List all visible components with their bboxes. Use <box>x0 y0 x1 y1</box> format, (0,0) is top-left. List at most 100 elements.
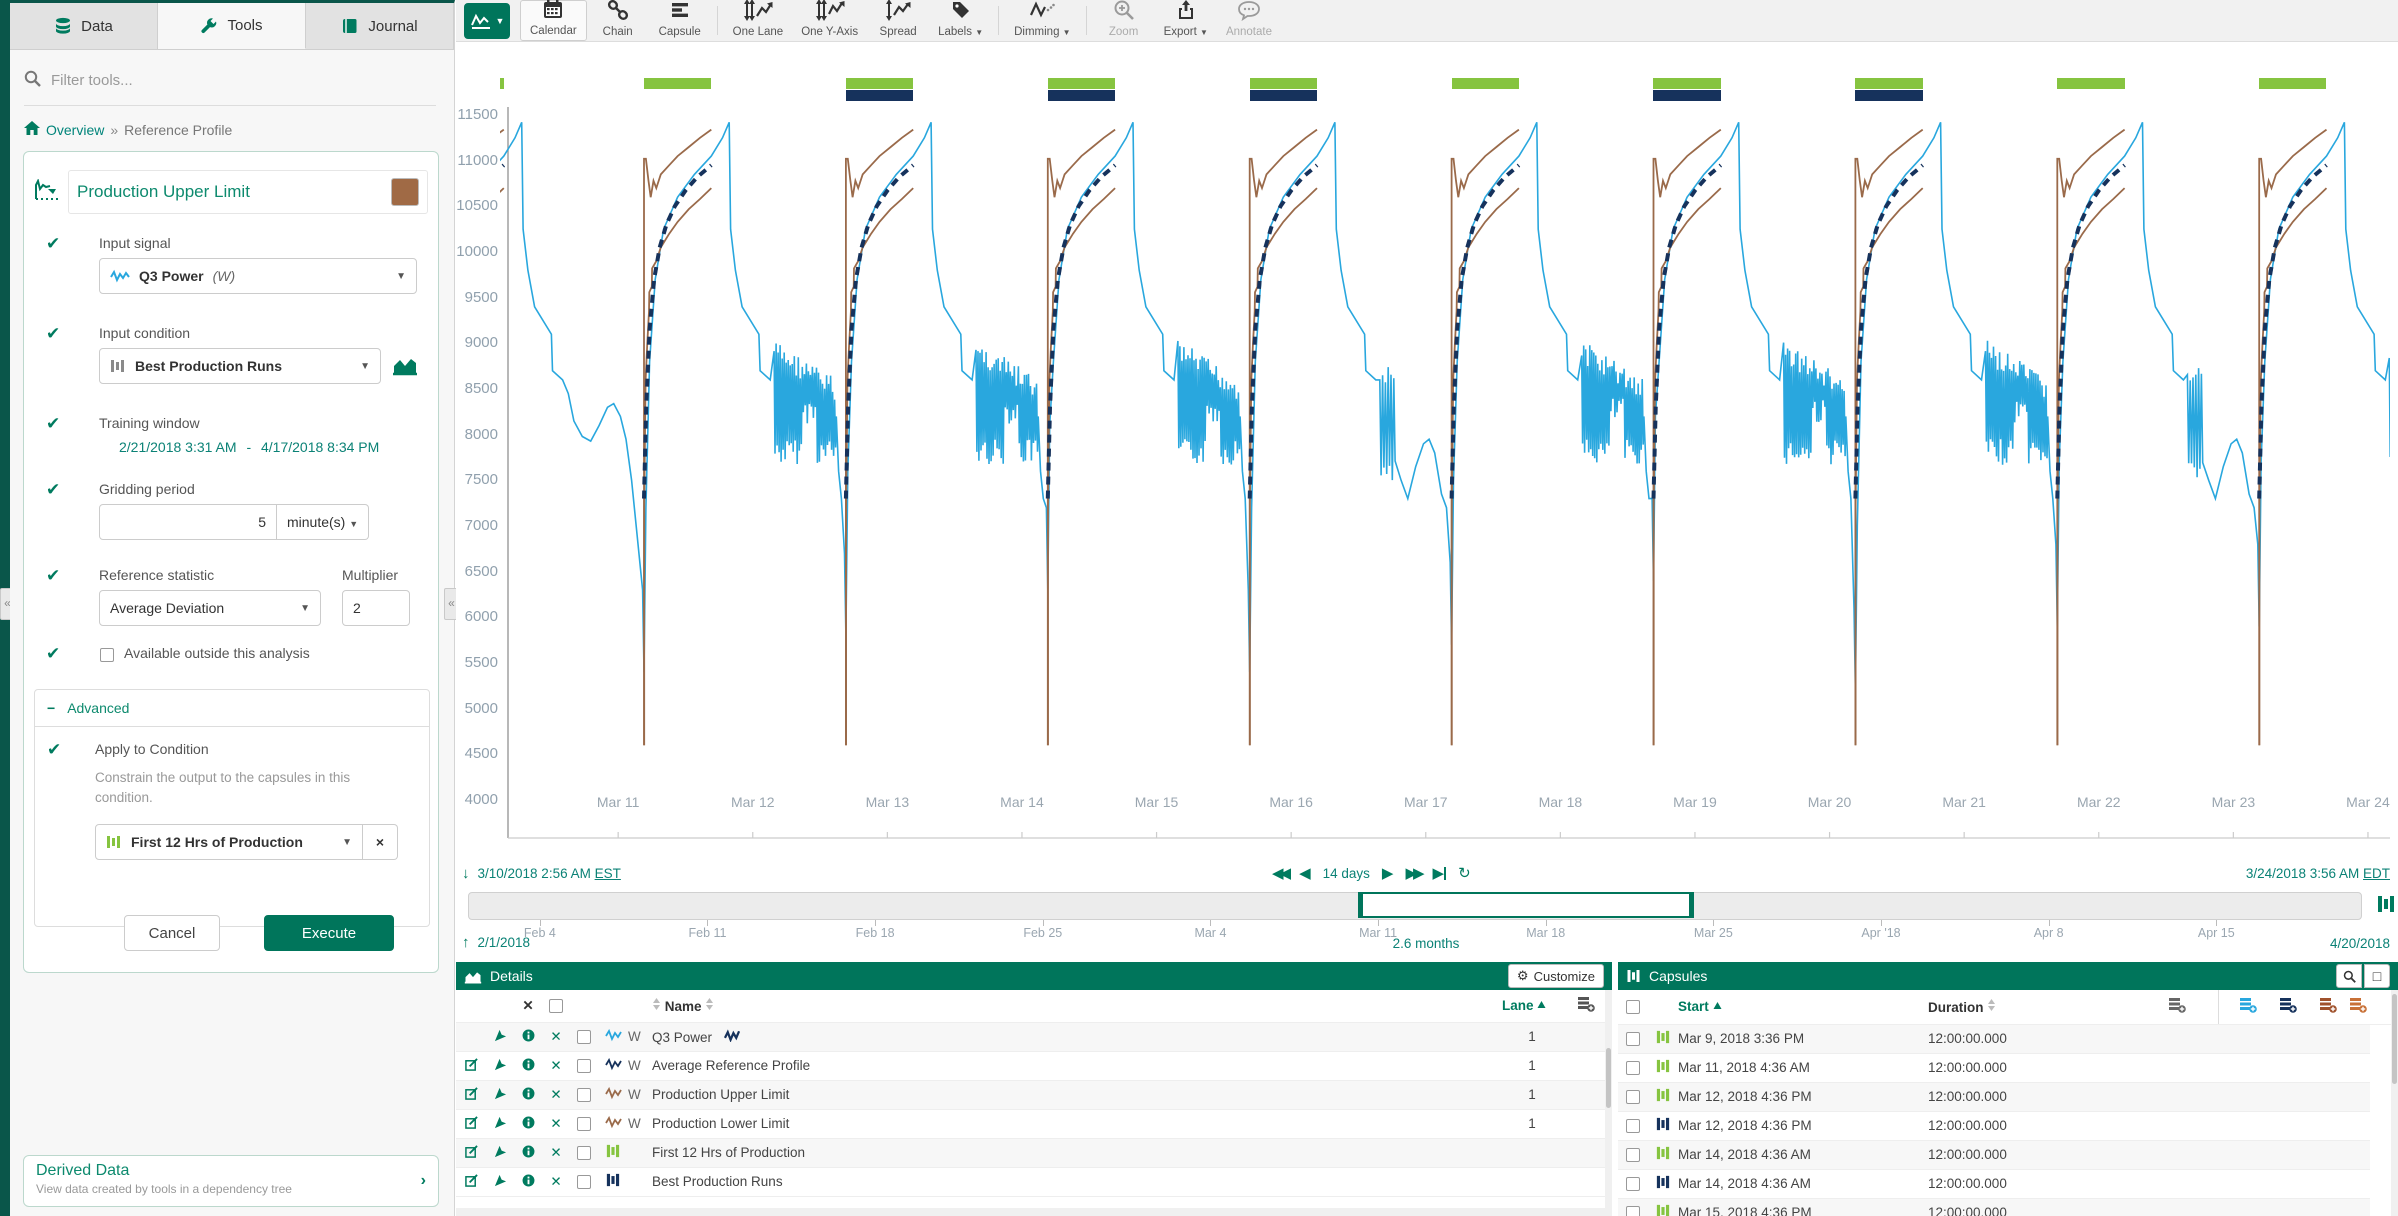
send-icon[interactable] <box>494 1145 507 1161</box>
timeline-right-handle[interactable] <box>1689 893 1694 917</box>
training-start-date[interactable]: 2/21/2018 3:31 AM <box>119 439 237 455</box>
breadcrumb-overview-link[interactable]: Overview <box>46 122 104 138</box>
tab-tools[interactable]: Tools <box>158 3 306 49</box>
edit-icon[interactable] <box>465 1116 478 1132</box>
toolbar-labels-button[interactable]: Labels ▼ <box>929 0 992 41</box>
capsule-checkbox[interactable] <box>1626 1061 1640 1075</box>
capsule-row[interactable]: Mar 12, 2018 4:36 PM12:00:00.000 <box>1618 1111 2391 1140</box>
toolbar-export-button[interactable]: Export ▼ <box>1155 0 1217 41</box>
range-start-tz[interactable]: EST <box>595 866 621 881</box>
edit-icon[interactable] <box>465 1145 478 1161</box>
capsule-checkbox[interactable] <box>1626 1148 1640 1162</box>
toolbar-calendar-button[interactable]: Calendar <box>520 0 587 41</box>
remove-icon[interactable]: ✕ <box>550 1116 561 1132</box>
details-row[interactable]: ✕WProduction Lower Limit1 <box>456 1109 1605 1138</box>
info-icon[interactable] <box>522 1087 535 1103</box>
edit-icon[interactable] <box>465 1058 478 1074</box>
home-icon[interactable] <box>24 121 40 139</box>
add-details-column-icon[interactable] <box>1562 990 1605 1022</box>
capsule-bar-first-12-hrs[interactable] <box>1452 78 1519 89</box>
details-row[interactable]: ✕Best Production Runs <box>456 1167 1605 1196</box>
send-icon[interactable] <box>494 1174 507 1190</box>
gridding-period-input[interactable]: 5 <box>99 504 277 540</box>
remove-icon[interactable]: ✕ <box>550 1029 561 1045</box>
add-signal-stat-column-icon[interactable] <box>2348 990 2370 1024</box>
capsule-bar-first-12-hrs[interactable] <box>2057 78 2124 89</box>
send-icon[interactable] <box>494 1058 507 1074</box>
add-signal-stat-column-icon[interactable] <box>2268 990 2308 1024</box>
capsule-bar-first-12-hrs[interactable] <box>1048 78 1115 89</box>
toolbar-spread-button[interactable]: Spread <box>867 0 929 41</box>
details-hscrollbar[interactable] <box>456 1208 1612 1216</box>
step-back-half-icon[interactable]: ◀ <box>1299 864 1311 882</box>
step-forward-half-icon[interactable]: ▶ <box>1382 864 1394 882</box>
details-scrollbar[interactable] <box>1605 990 1612 1208</box>
filter-tools-search[interactable]: Filter tools... <box>24 63 434 97</box>
tab-journal[interactable]: Journal <box>306 3 454 49</box>
info-icon[interactable] <box>522 1145 535 1161</box>
range-end-datetime[interactable]: 3/24/2018 3:56 AM EDT <box>2246 866 2390 881</box>
row-checkbox[interactable] <box>577 1175 591 1189</box>
derived-data-card[interactable]: Derived Data View data created by tools … <box>23 1155 439 1207</box>
capsule-bar-first-12-hrs[interactable] <box>1653 78 1720 89</box>
edit-icon[interactable] <box>465 1087 478 1103</box>
capsule-checkbox[interactable] <box>1626 1206 1640 1216</box>
capsule-row[interactable]: Mar 14, 2018 4:36 AM12:00:00.000 <box>1618 1140 2391 1169</box>
input-signal-select[interactable]: Q3 Power (W) ▼ <box>99 258 417 294</box>
investigate-end-date[interactable]: 4/20/2018 <box>2330 936 2390 951</box>
advanced-header[interactable]: − Advanced <box>35 690 429 727</box>
remove-icon[interactable]: ✕ <box>550 1058 561 1074</box>
capsule-row[interactable]: Mar 11, 2018 4:36 AM12:00:00.000 <box>1618 1053 2391 1082</box>
add-signal-stat-column-icon[interactable] <box>2308 990 2348 1024</box>
row-checkbox[interactable] <box>577 1030 591 1044</box>
customize-button[interactable]: ⚙ Customize <box>1508 964 1604 988</box>
clear-condition-button[interactable]: × <box>363 824 398 860</box>
info-icon[interactable] <box>522 1116 535 1132</box>
send-icon[interactable] <box>494 1116 507 1132</box>
auto-update-icon[interactable]: ↻ <box>1458 864 1471 882</box>
capsule-bar-first-12-hrs[interactable] <box>1855 78 1922 89</box>
trend-chart[interactable]: 1150011000105001000095009000850080007500… <box>456 42 2398 860</box>
capsules-start-column[interactable]: Start <box>1678 990 1928 1024</box>
add-signal-stat-column-icon[interactable] <box>2228 990 2268 1024</box>
info-icon[interactable] <box>522 1029 535 1045</box>
add-capsule-column-icon[interactable] <box>2138 990 2218 1024</box>
send-icon[interactable] <box>494 1087 507 1103</box>
range-end-tz[interactable]: EDT <box>2363 866 2390 881</box>
details-row[interactable]: ✕WProduction Upper Limit1 <box>456 1080 1605 1109</box>
capsule-bar-first-12-hrs[interactable] <box>644 78 711 89</box>
capsules-zoom-button[interactable] <box>2336 964 2362 988</box>
capsule-bar-first-12-hrs[interactable] <box>2259 78 2326 89</box>
capsules-select-all-checkbox[interactable] <box>1626 1000 1640 1014</box>
select-all-checkbox[interactable] <box>549 999 563 1013</box>
timeline-selected-range[interactable] <box>1358 892 1694 918</box>
tool-name-field[interactable]: Production Upper Limit <box>68 170 428 214</box>
range-start-datetime[interactable]: 3/10/2018 2:56 AM EST <box>478 866 621 881</box>
view-mode-dropdown-button[interactable]: ▼ <box>464 3 510 39</box>
details-row[interactable]: ✕WAverage Reference Profile1 <box>456 1051 1605 1080</box>
capsule-bar-first-12-hrs[interactable] <box>846 78 913 89</box>
tab-data[interactable]: Data <box>10 3 158 49</box>
capsules-collapse-button[interactable]: □ <box>2364 964 2390 988</box>
toolbar-dimming-button[interactable]: Dimming ▼ <box>1005 0 1079 41</box>
remove-icon[interactable]: ✕ <box>550 1174 561 1190</box>
cancel-button[interactable]: Cancel <box>124 915 220 951</box>
send-icon[interactable] <box>494 1029 507 1045</box>
toolbar-chain-button[interactable]: Chain <box>587 0 649 41</box>
reference-statistic-select[interactable]: Average Deviation ▼ <box>99 590 321 626</box>
capsule-row[interactable]: Mar 12, 2018 4:36 PM12:00:00.000 <box>1618 1082 2391 1111</box>
toolbar-one-lane-button[interactable]: One Lane <box>724 0 793 41</box>
available-outside-checkbox[interactable] <box>100 648 114 662</box>
capsule-checkbox[interactable] <box>1626 1119 1640 1133</box>
step-to-now-icon[interactable]: ▶ <box>1433 864 1447 882</box>
signal-color-swatch[interactable] <box>391 178 419 206</box>
remove-all-icon[interactable]: ✕ <box>522 998 533 1014</box>
apply-condition-select[interactable]: First 12 Hrs of Production ▼ <box>95 824 363 860</box>
row-checkbox[interactable] <box>577 1088 591 1102</box>
step-forward-full-icon[interactable]: ▶▶ <box>1405 864 1420 882</box>
capsule-row[interactable]: Mar 9, 2018 3:36 PM12:00:00.000 <box>1618 1024 2391 1053</box>
toolbar-capsule-button[interactable]: Capsule <box>649 0 711 41</box>
capsule-checkbox[interactable] <box>1626 1177 1640 1191</box>
timeline-left-handle[interactable] <box>1358 893 1363 917</box>
details-lane-column[interactable]: Lane <box>1502 990 1562 1022</box>
